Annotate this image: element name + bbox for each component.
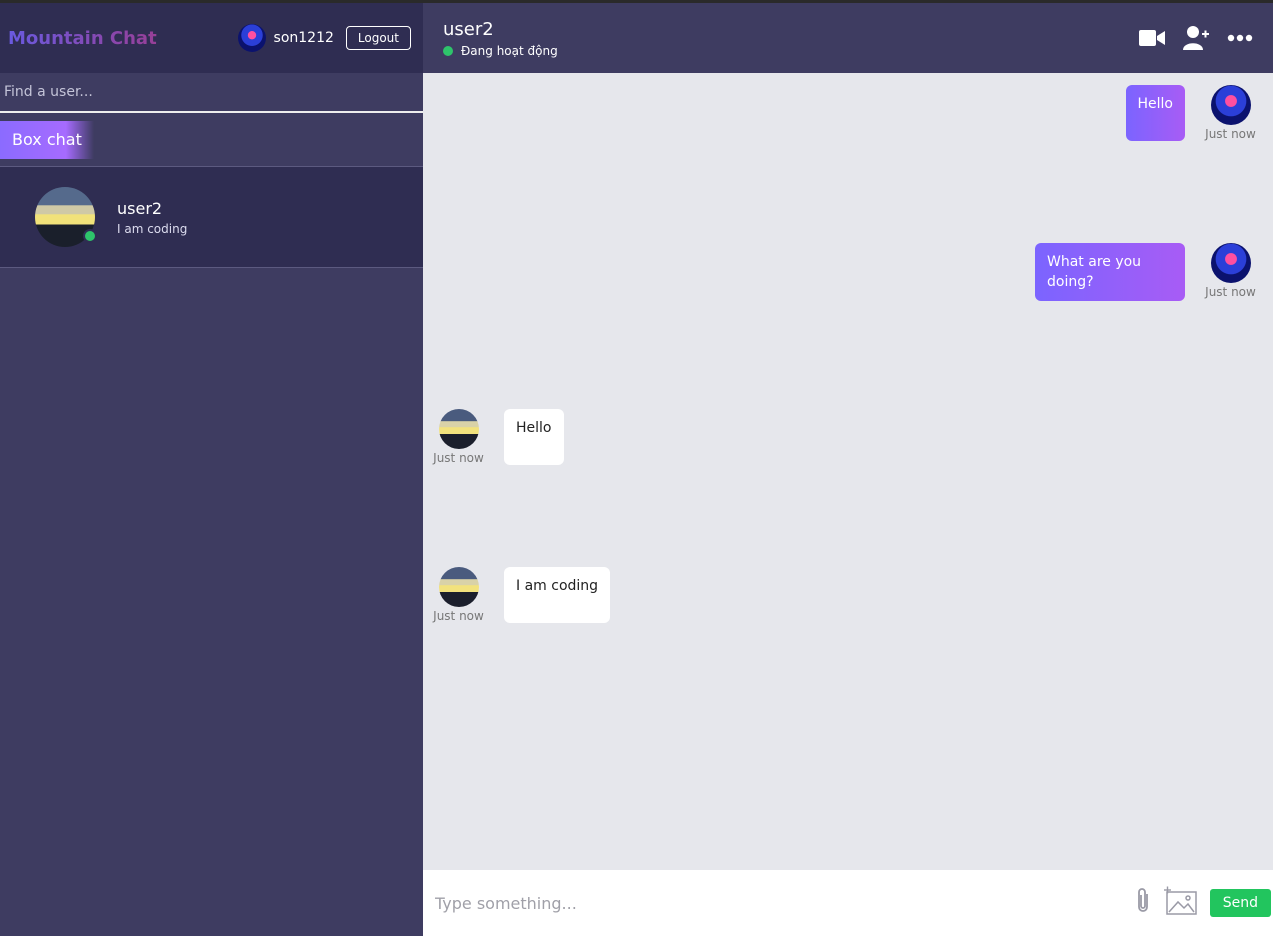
composer-actions: Send xyxy=(1134,886,1271,920)
conversation-name: user2 xyxy=(117,198,163,218)
message-time: Just now xyxy=(1205,285,1256,299)
app-logo: Mountain Chat xyxy=(8,28,238,49)
message-meta: Just now xyxy=(431,567,486,623)
sender-avatar xyxy=(438,567,479,607)
tab-box-chat[interactable]: Box chat xyxy=(0,120,94,159)
sender-avatar xyxy=(1210,85,1251,125)
message-bubble: I am coding xyxy=(504,567,611,623)
message-meta: Just now xyxy=(1203,85,1258,141)
paperclip-icon[interactable] xyxy=(1134,886,1152,920)
sender-avatar xyxy=(438,409,479,449)
video-camera-icon[interactable] xyxy=(1139,25,1165,51)
message-bubble: What are you doing? xyxy=(1035,243,1185,301)
online-indicator xyxy=(83,229,97,243)
logout-button[interactable]: Logout xyxy=(345,26,411,50)
conversation-avatar xyxy=(35,187,97,247)
message-time: Just now xyxy=(433,451,484,465)
message-item: Just now Hello xyxy=(1125,85,1259,141)
chat-partner-name: user2 xyxy=(443,18,494,40)
chat-partner-status: Đang hoạt động xyxy=(443,44,1139,58)
user-search xyxy=(0,73,423,113)
message-item: Just now What are you doing? xyxy=(1035,243,1258,301)
message-meta: Just now xyxy=(1203,243,1258,301)
conversation-text: user2 I am coding xyxy=(117,199,187,236)
chat-panel: user2 Đang hoạt động Just now Hello Just… xyxy=(423,3,1273,936)
message-composer: Send xyxy=(423,870,1273,936)
sidebar: Mountain Chat son1212 Logout Box chat us… xyxy=(0,3,423,936)
more-options-icon[interactable] xyxy=(1227,25,1253,51)
send-button[interactable]: Send xyxy=(1209,889,1271,917)
chat-header-actions xyxy=(1139,25,1253,51)
sidebar-header: Mountain Chat son1212 Logout xyxy=(0,3,423,73)
conversation-last-message: I am coding xyxy=(117,221,188,236)
message-item: Just now I am coding xyxy=(431,567,611,623)
current-user-name: son1212 xyxy=(273,30,334,46)
search-input[interactable] xyxy=(4,84,419,100)
message-time: Just now xyxy=(1205,127,1256,141)
status-dot xyxy=(443,45,453,56)
message-time: Just now xyxy=(433,609,484,623)
status-text: Đang hoạt động xyxy=(461,43,558,58)
message-input[interactable] xyxy=(435,893,1134,913)
add-user-icon[interactable] xyxy=(1183,25,1209,51)
sender-avatar xyxy=(1210,243,1251,283)
chat-header: user2 Đang hoạt động xyxy=(423,3,1273,73)
add-image-icon[interactable] xyxy=(1163,886,1198,920)
message-bubble: Hello xyxy=(504,409,564,465)
current-user: son1212 Logout xyxy=(237,24,411,52)
message-item: Just now Hello xyxy=(431,409,564,465)
message-meta: Just now xyxy=(431,409,486,465)
message-bubble: Hello xyxy=(1125,85,1185,141)
current-user-avatar xyxy=(237,24,266,52)
chat-header-info: user2 Đang hoạt động xyxy=(443,19,1139,58)
conversation-item-user2[interactable]: user2 I am coding xyxy=(0,167,423,268)
sidebar-tabs: Box chat xyxy=(0,113,423,167)
message-list[interactable]: Just now Hello Just now What are you doi… xyxy=(423,73,1273,870)
